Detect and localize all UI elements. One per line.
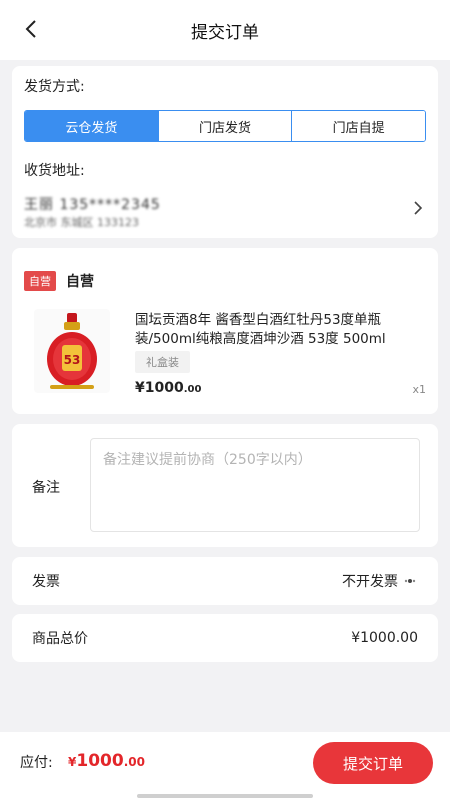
pay-decimal: .00 <box>123 755 145 769</box>
address-row[interactable]: 王丽 135****2345 北京市 东城区 133123 <box>24 194 426 229</box>
svg-text:53: 53 <box>64 353 81 367</box>
shipping-card: 发货方式: 云仓发货 门店发货 门店自提 收货地址: 王丽 135****234… <box>12 66 438 238</box>
shop-name: 自营 <box>66 274 94 290</box>
checkout-bar: 应付: ¥1000.00 提交订单 <box>0 732 450 800</box>
note-input[interactable]: 备注建议提前协商（250字以内） <box>90 438 420 532</box>
shop-row: 自营 自营 <box>24 271 426 291</box>
product-spec-tag: 礼盒装 <box>135 351 190 373</box>
invoice-value: 不开发票 <box>342 574 398 590</box>
shipping-method-selector: 云仓发货 门店发货 门店自提 <box>24 110 426 142</box>
product-item[interactable]: 53 国坛贡酒8年 酱香型白酒红牡丹53度单瓶装/500ml纯粮高度酒坤沙酒 5… <box>24 309 426 397</box>
price-symbol: ¥ <box>135 380 145 396</box>
product-price: ¥1000.00 <box>135 380 201 396</box>
product-quantity: x1 <box>412 383 426 396</box>
price-decimal: .00 <box>183 384 202 395</box>
more-icon <box>402 577 418 585</box>
chevron-right-icon <box>412 200 424 216</box>
shipping-option-store-pickup[interactable]: 门店自提 <box>292 111 425 141</box>
home-indicator <box>137 794 313 798</box>
shipping-option-cloud-warehouse[interactable]: 云仓发货 <box>25 111 159 141</box>
note-label: 备注 <box>32 480 60 496</box>
total-value: ¥1000.00 <box>351 630 418 646</box>
submit-order-button[interactable]: 提交订单 <box>313 742 433 784</box>
pay-integer: 1000 <box>76 751 124 771</box>
note-card: 备注 备注建议提前协商（250字以内） <box>12 424 438 547</box>
invoice-label: 发票 <box>32 574 60 590</box>
invoice-value-wrap: 不开发票 <box>342 571 418 591</box>
self-operated-badge: 自营 <box>24 271 56 291</box>
back-arrow-icon[interactable] <box>16 14 46 44</box>
shipping-method-label: 发货方式: <box>24 79 85 95</box>
shipping-option-store-delivery[interactable]: 门店发货 <box>158 111 293 141</box>
total-label: 商品总价 <box>32 631 88 647</box>
page-title: 提交订单 <box>191 22 259 43</box>
invoice-row[interactable]: 发票 不开发票 <box>12 557 438 605</box>
goods-card: 自营 自营 53 国坛贡酒8年 酱香型白酒红牡丹53度单瓶装/500ml纯粮高度… <box>12 248 438 414</box>
address-detail: 北京市 东城区 133123 <box>24 216 139 229</box>
total-row: 商品总价 ¥1000.00 <box>12 614 438 662</box>
address-name: 王丽 135****2345 <box>24 197 161 213</box>
price-integer: 1000 <box>144 380 184 396</box>
product-image: 53 <box>34 309 110 393</box>
header: 提交订单 <box>0 0 450 60</box>
product-title: 国坛贡酒8年 酱香型白酒红牡丹53度单瓶装/500ml纯粮高度酒坤沙酒 53度 … <box>135 312 386 347</box>
address-label: 收货地址: <box>24 163 85 179</box>
pay-amount: ¥1000.00 <box>68 751 145 771</box>
pay-label: 应付: <box>20 755 53 771</box>
